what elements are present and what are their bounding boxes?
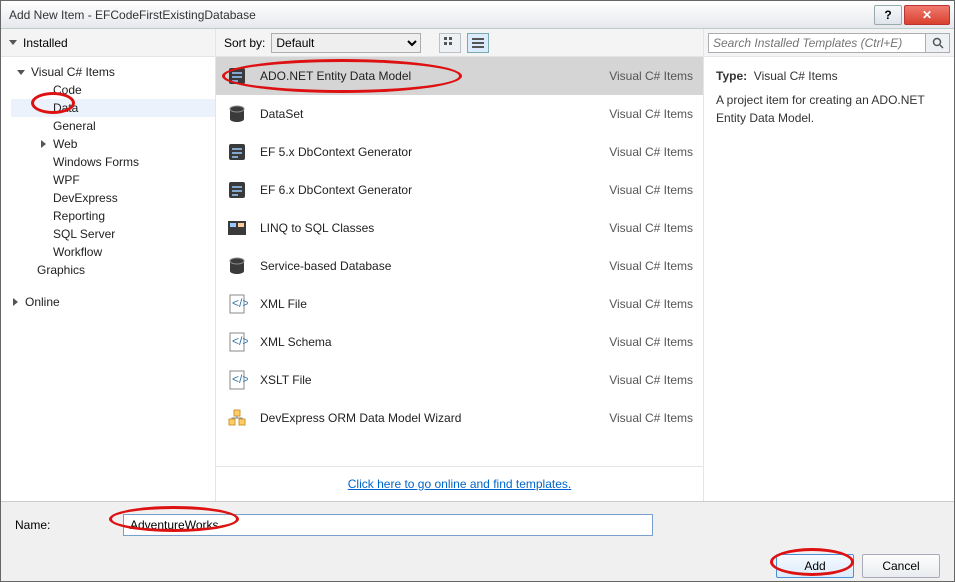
chevron-right-icon	[13, 298, 18, 306]
tree-item-reporting[interactable]: Reporting	[11, 207, 215, 225]
name-row: Name:	[15, 514, 940, 536]
view-small-icons[interactable]	[439, 33, 461, 53]
template-label: XML Schema	[260, 335, 599, 349]
template-tree: Visual C# Items Code Data General Web Wi…	[1, 57, 215, 501]
tree-item-workflow[interactable]: Workflow	[11, 243, 215, 261]
search-button[interactable]	[926, 33, 950, 53]
small-icons-icon	[444, 37, 456, 49]
template-label: Service-based Database	[260, 259, 599, 273]
close-button[interactable]: ✕	[904, 5, 950, 25]
type-value: Visual C# Items	[754, 69, 838, 83]
tree-item-winforms[interactable]: Windows Forms	[11, 153, 215, 171]
installed-label: Installed	[23, 36, 68, 50]
window-title: Add New Item - EFCodeFirstExistingDataba…	[9, 8, 872, 22]
tree-online-label: Online	[25, 295, 60, 309]
template-row[interactable]: LINQ to SQL Classes Visual C# Items	[216, 209, 703, 247]
template-row[interactable]: DevExpress ORM Data Model Wizard Visual C…	[216, 399, 703, 437]
dialog-footer: Name: Add Cancel	[1, 501, 954, 581]
online-templates-link[interactable]: Click here to go online and find templat…	[348, 477, 571, 491]
cancel-button[interactable]: Cancel	[862, 554, 940, 578]
template-label: DevExpress ORM Data Model Wizard	[260, 411, 599, 425]
tree-item-web[interactable]: Web	[11, 135, 215, 153]
chevron-down-icon	[17, 70, 25, 75]
template-label: EF 5.x DbContext Generator	[260, 145, 599, 159]
chevron-down-icon	[9, 40, 17, 45]
tree-item-general[interactable]: General	[11, 117, 215, 135]
template-category: Visual C# Items	[609, 297, 693, 311]
template-category: Visual C# Items	[609, 221, 693, 235]
template-label: EF 6.x DbContext Generator	[260, 183, 599, 197]
svg-text:</>: </>	[232, 372, 248, 386]
template-label: ADO.NET Entity Data Model	[260, 69, 599, 83]
template-row[interactable]: </> XSLT File Visual C# Items	[216, 361, 703, 399]
template-category: Visual C# Items	[609, 183, 693, 197]
window-buttons: ? ✕	[872, 5, 950, 25]
template-category: Visual C# Items	[609, 259, 693, 273]
tree-online[interactable]: Online	[11, 293, 215, 311]
db-icon	[224, 253, 250, 279]
template-category: Visual C# Items	[609, 69, 693, 83]
tree-item-sqlserver[interactable]: SQL Server	[11, 225, 215, 243]
tree-item-code[interactable]: Code	[11, 81, 215, 99]
name-input[interactable]	[123, 514, 653, 536]
svg-text:</>: </>	[232, 334, 248, 348]
template-list-panel: Sort by: Default ADO.NET Entity Data Mod…	[216, 29, 704, 501]
db-icon	[224, 101, 250, 127]
template-label: XML File	[260, 297, 599, 311]
xml-icon: </>	[224, 291, 250, 317]
name-label: Name:	[15, 518, 115, 532]
online-templates-footer: Click here to go online and find templat…	[216, 466, 703, 501]
svg-text:</>: </>	[232, 296, 248, 310]
left-panel: Installed Visual C# Items Code Data Gene…	[1, 29, 216, 501]
type-label: Type:	[716, 69, 747, 83]
details-icon	[472, 37, 484, 49]
button-row: Add Cancel	[15, 554, 940, 578]
template-list[interactable]: ADO.NET Entity Data Model Visual C# Items…	[216, 57, 703, 466]
search-input[interactable]	[708, 33, 926, 53]
xml-icon: </>	[224, 329, 250, 355]
installed-header[interactable]: Installed	[1, 29, 215, 57]
sortby-select[interactable]: Default	[271, 33, 421, 53]
item-description: Type: Visual C# Items A project item for…	[704, 57, 954, 137]
tree-item-devexpress[interactable]: DevExpress	[11, 189, 215, 207]
titlebar: Add New Item - EFCodeFirstExistingDataba…	[1, 1, 954, 29]
entity-icon	[224, 139, 250, 165]
template-row[interactable]: ADO.NET Entity Data Model Visual C# Items	[216, 57, 703, 95]
orm-icon	[224, 405, 250, 431]
template-row[interactable]: EF 5.x DbContext Generator Visual C# Item…	[216, 133, 703, 171]
tree-item-data[interactable]: Data	[11, 99, 215, 117]
entity-icon	[224, 63, 250, 89]
search-icon	[932, 37, 944, 49]
chevron-right-icon	[41, 140, 46, 148]
view-details[interactable]	[467, 33, 489, 53]
template-row[interactable]: Service-based Database Visual C# Items	[216, 247, 703, 285]
template-category: Visual C# Items	[609, 411, 693, 425]
template-category: Visual C# Items	[609, 107, 693, 121]
details-panel: Type: Visual C# Items A project item for…	[704, 29, 954, 501]
tree-root[interactable]: Visual C# Items	[11, 63, 215, 81]
tree-item-wpf[interactable]: WPF	[11, 171, 215, 189]
template-row[interactable]: EF 6.x DbContext Generator Visual C# Item…	[216, 171, 703, 209]
template-row[interactable]: </> XML Schema Visual C# Items	[216, 323, 703, 361]
template-label: DataSet	[260, 107, 599, 121]
list-toolbar: Sort by: Default	[216, 29, 703, 57]
linq-icon	[224, 215, 250, 241]
dialog-body: Installed Visual C# Items Code Data Gene…	[1, 29, 954, 501]
template-category: Visual C# Items	[609, 373, 693, 387]
template-category: Visual C# Items	[609, 335, 693, 349]
sortby-label: Sort by:	[224, 36, 265, 50]
tree-item-graphics[interactable]: Graphics	[11, 261, 215, 279]
search-row	[704, 29, 954, 57]
template-row[interactable]: DataSet Visual C# Items	[216, 95, 703, 133]
help-button[interactable]: ?	[874, 5, 902, 25]
entity-icon	[224, 177, 250, 203]
xml-icon: </>	[224, 367, 250, 393]
template-row[interactable]: </> XML File Visual C# Items	[216, 285, 703, 323]
tree-root-label: Visual C# Items	[31, 65, 115, 79]
template-label: LINQ to SQL Classes	[260, 221, 599, 235]
description-text: A project item for creating an ADO.NET E…	[716, 91, 942, 127]
template-category: Visual C# Items	[609, 145, 693, 159]
add-button[interactable]: Add	[776, 554, 854, 578]
template-label: XSLT File	[260, 373, 599, 387]
